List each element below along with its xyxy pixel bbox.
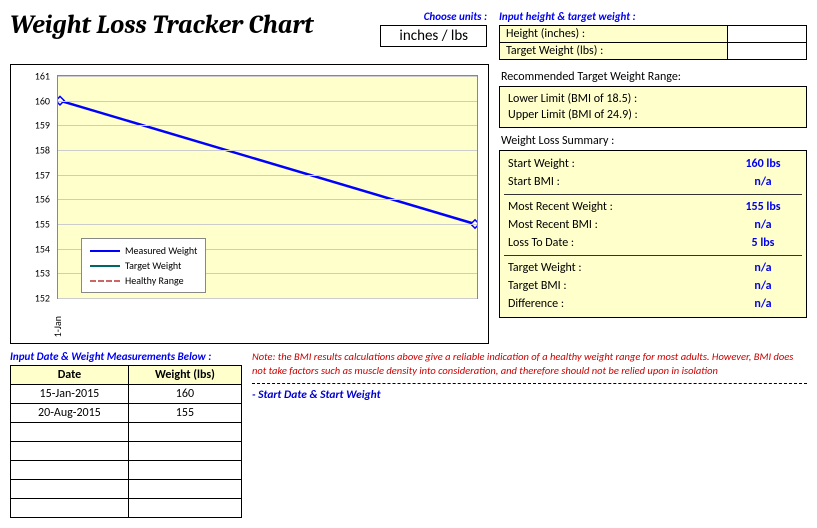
units-selector[interactable]: inches / lbs <box>380 25 487 47</box>
start-date-note: - Start Date & Start Weight <box>252 388 807 402</box>
cell-date[interactable] <box>11 480 129 499</box>
legend-healthy: Healthy Range <box>125 274 184 287</box>
cell-weight[interactable] <box>128 442 241 461</box>
summary-label: Loss To Date : <box>508 236 574 250</box>
page-title: Weight Loss Tracker Chart <box>10 10 372 40</box>
summary-panel: Start Weight : 160 lbs Start BMI : n/a Most … <box>499 150 807 318</box>
table-row[interactable] <box>11 423 242 442</box>
input-prompt: Input Date & Weight Measurements Below : <box>10 350 242 363</box>
y-axis-tick: 153 <box>35 267 50 280</box>
legend-target: Target Weight <box>125 259 181 272</box>
cell-weight[interactable] <box>128 480 241 499</box>
cell-date[interactable] <box>11 423 129 442</box>
summary-value: 5 lbs <box>728 236 798 250</box>
table-row[interactable]: 15-Jan-2015160 <box>11 385 242 404</box>
y-axis-tick: 154 <box>35 242 50 255</box>
summary-heading: Weight Loss Summary : <box>501 134 807 148</box>
measurements-table: Date Weight (lbs) 15-Jan-201516020-Aug-2… <box>10 365 242 518</box>
summary-value: n/a <box>728 279 798 293</box>
cell-weight[interactable]: 160 <box>128 385 241 404</box>
cell-date[interactable]: 20-Aug-2015 <box>11 404 129 423</box>
height-input[interactable] <box>728 25 807 43</box>
table-row[interactable]: 20-Aug-2015155 <box>11 404 242 423</box>
summary-value: n/a <box>728 261 798 275</box>
height-label: Height (inches) : <box>499 25 728 43</box>
cell-date[interactable] <box>11 499 129 518</box>
summary-value: 155 lbs <box>728 200 798 214</box>
y-axis-tick: 158 <box>35 144 50 157</box>
upper-limit-label: Upper Limit (BMI of 24.9) : <box>508 108 638 122</box>
y-axis-tick: 155 <box>35 218 50 231</box>
table-row[interactable] <box>11 461 242 480</box>
target-weight-input[interactable] <box>728 43 807 60</box>
table-row[interactable] <box>11 480 242 499</box>
table-row[interactable] <box>11 442 242 461</box>
y-axis-tick: 160 <box>35 94 50 107</box>
summary-value: n/a <box>728 218 798 232</box>
bmi-note: Note: the BMI results calculations above… <box>252 350 807 377</box>
y-axis-tick: 157 <box>35 168 50 181</box>
weight-chart: Measured Weight Target Weight Healthy Ra… <box>10 64 489 344</box>
summary-value: 160 lbs <box>728 157 798 171</box>
cell-weight[interactable] <box>128 499 241 518</box>
cell-date[interactable] <box>11 442 129 461</box>
table-row[interactable] <box>11 499 242 518</box>
cell-weight[interactable] <box>128 423 241 442</box>
summary-label: Difference : <box>508 297 564 311</box>
y-axis-tick: 152 <box>35 292 50 305</box>
summary-label: Start Weight : <box>508 157 575 171</box>
col-date: Date <box>11 366 129 385</box>
summary-label: Target BMI : <box>508 279 567 293</box>
cell-date[interactable] <box>11 461 129 480</box>
summary-value: n/a <box>728 297 798 311</box>
divider <box>252 383 807 384</box>
height-target-prompt: Input height & target weight : <box>499 10 807 23</box>
cell-weight[interactable] <box>128 461 241 480</box>
summary-label: Start BMI : <box>508 175 560 189</box>
col-weight: Weight (lbs) <box>128 366 241 385</box>
chart-legend: Measured Weight Target Weight Healthy Ra… <box>81 238 206 293</box>
units-prompt: Choose units : <box>380 10 487 23</box>
y-axis-tick: 161 <box>35 70 50 83</box>
cell-weight[interactable]: 155 <box>128 404 241 423</box>
lower-limit-label: Lower Limit (BMI of 18.5) : <box>508 92 637 106</box>
y-axis-tick: 159 <box>35 119 50 132</box>
height-target-inputs: Height (inches) : Target Weight (lbs) : <box>499 25 807 60</box>
summary-value: n/a <box>728 175 798 189</box>
summary-label: Target Weight : <box>508 261 582 275</box>
target-weight-label: Target Weight (lbs) : <box>499 43 728 60</box>
summary-label: Most Recent BMI : <box>508 218 598 232</box>
cell-date[interactable]: 15-Jan-2015 <box>11 385 129 404</box>
summary-label: Most Recent Weight : <box>508 200 613 214</box>
x-axis-tick: 1-Jan <box>51 316 64 337</box>
range-panel: Lower Limit (BMI of 18.5) : Upper Limit … <box>499 86 807 128</box>
legend-measured: Measured Weight <box>125 244 197 257</box>
range-heading: Recommended Target Weight Range: <box>501 70 807 84</box>
y-axis-tick: 156 <box>35 193 50 206</box>
